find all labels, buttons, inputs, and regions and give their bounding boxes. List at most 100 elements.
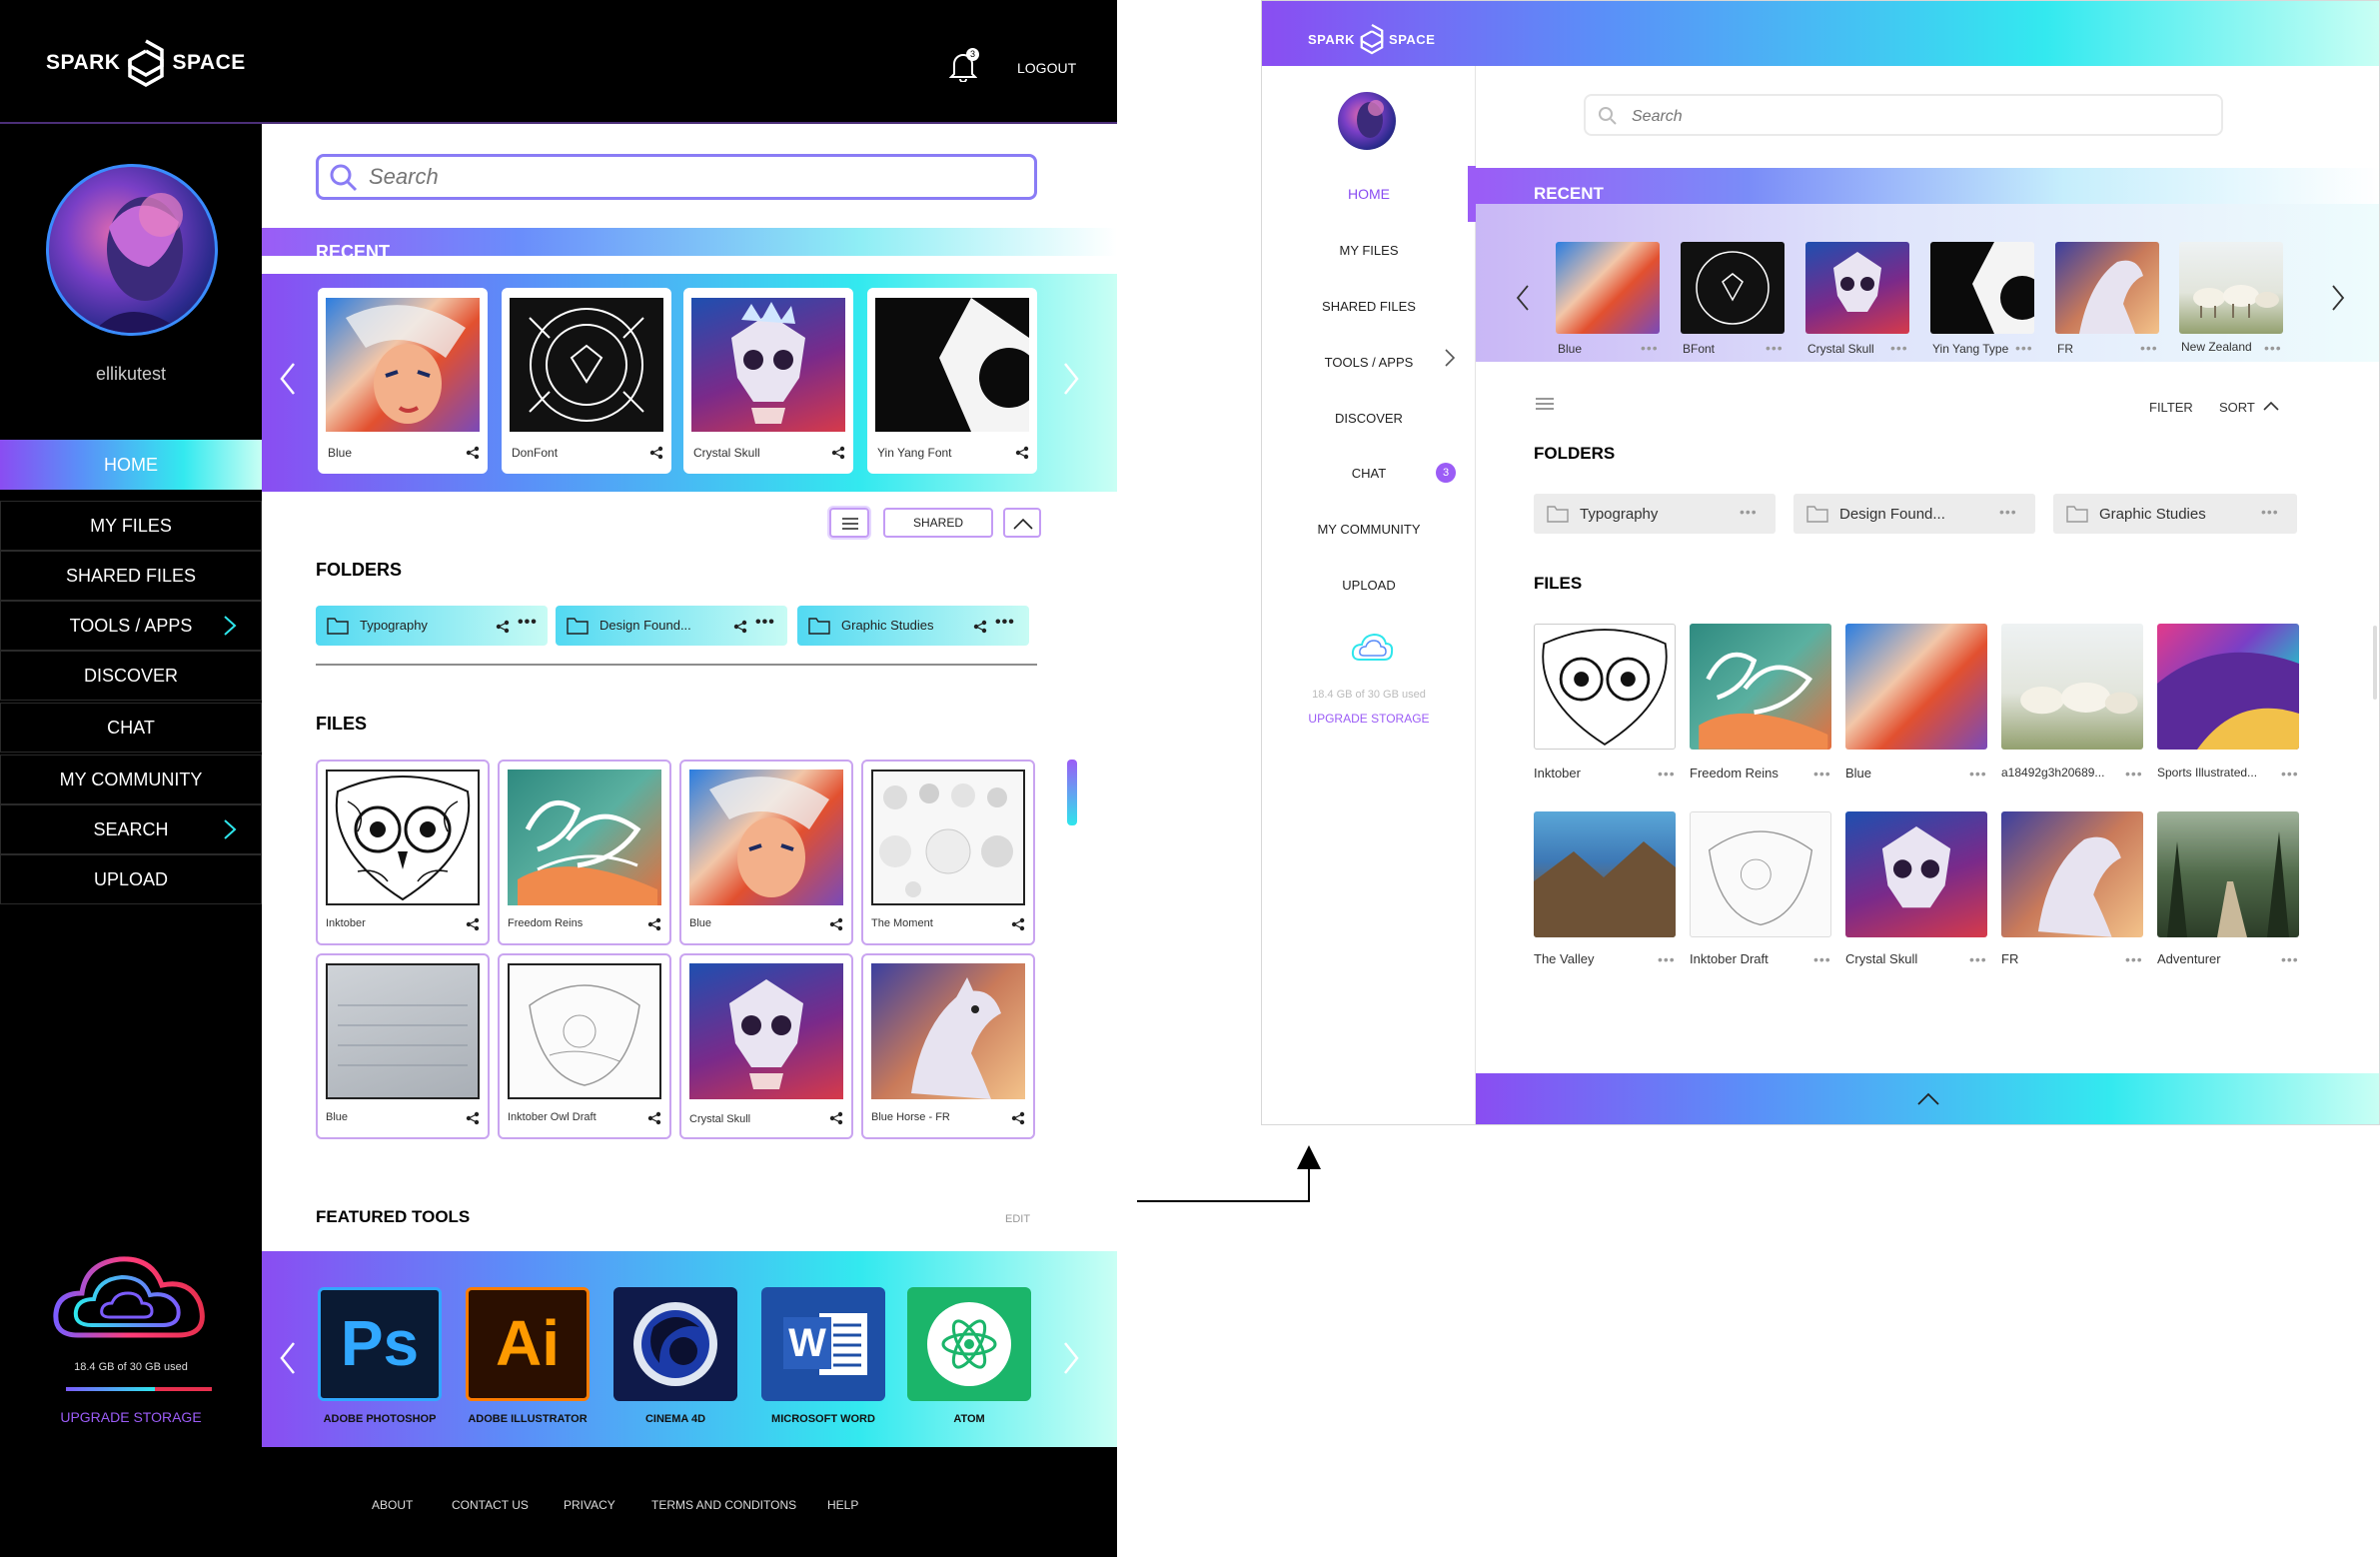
recent-thumbnail[interactable] <box>2179 242 2283 334</box>
more-options-icon[interactable]: ••• <box>1813 766 1831 781</box>
file-card[interactable]: Crystal Skull <box>679 953 853 1139</box>
nav-my-files[interactable]: MY FILES <box>1262 243 1476 258</box>
more-options-icon[interactable]: ••• <box>1740 504 1758 520</box>
chevron-right-icon[interactable] <box>2331 284 2345 312</box>
file-card[interactable]: Inktober <box>316 760 490 945</box>
more-options-icon[interactable]: ••• <box>2125 951 2143 967</box>
nav-discover[interactable]: DISCOVER <box>0 651 262 701</box>
footer-link-privacy[interactable]: PRIVACY <box>564 1498 615 1512</box>
more-options-icon[interactable]: ••• <box>2261 504 2279 520</box>
more-options-icon[interactable]: ••• <box>1999 504 2017 520</box>
more-options-icon[interactable]: ••• <box>2125 766 2143 781</box>
file-card[interactable]: Inktober Owl Draft <box>498 953 671 1139</box>
more-options-icon[interactable]: ••• <box>1658 951 1676 967</box>
share-icon[interactable] <box>1011 1111 1025 1125</box>
atom-tool-icon[interactable] <box>907 1287 1031 1401</box>
more-options-icon[interactable]: ••• <box>1658 766 1676 781</box>
collapse-button[interactable] <box>1003 508 1041 538</box>
recent-thumbnail[interactable] <box>1556 242 1660 334</box>
avatar[interactable] <box>1338 92 1396 150</box>
nav-discover[interactable]: DISCOVER <box>1262 411 1476 426</box>
more-options-icon[interactable]: ••• <box>1813 951 1831 967</box>
share-icon[interactable] <box>829 1111 843 1125</box>
sort-button[interactable]: SORT <box>2219 400 2255 415</box>
file-thumbnail[interactable] <box>2001 624 2143 750</box>
more-options-icon[interactable]: ••• <box>1641 340 1659 356</box>
brand-logo[interactable]: SPARK SPACE <box>46 38 246 88</box>
nav-shared-files[interactable]: SHARED FILES <box>1262 299 1476 314</box>
recent-card[interactable]: Blue <box>318 288 488 474</box>
share-icon[interactable] <box>466 1111 480 1125</box>
scrollbar-thumb[interactable] <box>2373 626 2377 700</box>
footer-link-help[interactable]: HELP <box>827 1498 858 1512</box>
chevron-left-icon[interactable] <box>1516 284 1530 312</box>
file-thumbnail[interactable] <box>2157 624 2299 750</box>
illustrator-tool-icon[interactable]: Ai <box>466 1287 590 1401</box>
folder-item[interactable]: Design Found... ••• <box>1793 494 2035 534</box>
nav-tools-apps[interactable]: TOOLS / APPS <box>0 601 262 651</box>
recent-thumbnail[interactable] <box>1681 242 1785 334</box>
share-icon[interactable] <box>1015 446 1029 460</box>
brand-logo[interactable]: SPARK SPACE <box>1308 23 1435 55</box>
more-options-icon[interactable]: ••• <box>995 614 1015 632</box>
share-icon[interactable] <box>649 446 663 460</box>
upgrade-storage-link[interactable]: UPGRADE STORAGE <box>1262 712 1476 726</box>
share-icon[interactable] <box>973 620 987 634</box>
more-options-icon[interactable]: ••• <box>2281 766 2299 781</box>
more-options-icon[interactable]: ••• <box>2015 340 2033 356</box>
share-icon[interactable] <box>647 1111 661 1125</box>
recent-thumbnail[interactable] <box>2055 242 2159 334</box>
chevron-right-icon[interactable] <box>1444 348 1456 368</box>
folder-item[interactable]: Typography ••• <box>316 606 548 646</box>
search-input[interactable] <box>1632 106 2191 128</box>
share-icon[interactable] <box>831 446 845 460</box>
file-card[interactable]: Blue Horse - FR <box>861 953 1035 1139</box>
file-thumbnail[interactable] <box>1534 624 1676 750</box>
recent-card[interactable]: DonFont <box>502 288 671 474</box>
nav-home[interactable]: HOME <box>0 440 262 490</box>
share-icon[interactable] <box>496 620 510 634</box>
nav-search[interactable]: SEARCH <box>0 804 262 854</box>
search-bar[interactable] <box>1584 94 2223 136</box>
file-thumbnail[interactable] <box>2157 811 2299 937</box>
recent-thumbnail[interactable] <box>1805 242 1909 334</box>
search-input[interactable] <box>369 163 988 191</box>
nav-shared-files[interactable]: SHARED FILES <box>0 551 262 601</box>
file-thumbnail[interactable] <box>1690 624 1831 750</box>
folder-item[interactable]: Typography ••• <box>1534 494 1776 534</box>
nav-my-files[interactable]: MY FILES <box>0 501 262 551</box>
chevron-right-icon[interactable] <box>1061 362 1081 396</box>
notification-bell-icon[interactable]: 3 <box>948 48 979 83</box>
folder-item[interactable]: Design Found... ••• <box>556 606 787 646</box>
folder-item[interactable]: Graphic Studies ••• <box>2053 494 2297 534</box>
recent-thumbnail[interactable] <box>1930 242 2034 334</box>
nav-my-community[interactable]: MY COMMUNITY <box>0 755 262 804</box>
file-thumbnail[interactable] <box>1845 811 1987 937</box>
footer-link-terms[interactable]: TERMS AND CONDITONS <box>651 1498 796 1512</box>
nav-chat[interactable]: CHAT <box>0 703 262 753</box>
more-options-icon[interactable]: ••• <box>2281 951 2299 967</box>
avatar[interactable] <box>46 164 218 336</box>
footer-link-about[interactable]: ABOUT <box>372 1498 413 1512</box>
search-bar[interactable] <box>316 154 1037 200</box>
chevron-left-icon[interactable] <box>278 1341 298 1375</box>
file-thumbnail[interactable] <box>1690 811 1831 937</box>
share-icon[interactable] <box>829 917 843 931</box>
share-icon[interactable] <box>466 446 480 460</box>
file-card[interactable]: Blue <box>679 760 853 945</box>
shared-filter-button[interactable]: SHARED <box>883 508 993 538</box>
chevron-left-icon[interactable] <box>278 362 298 396</box>
file-thumbnail[interactable] <box>1534 811 1676 937</box>
filter-button[interactable]: FILTER <box>2149 400 2193 415</box>
recent-card[interactable]: Yin Yang Font <box>867 288 1037 474</box>
share-icon[interactable] <box>647 917 661 931</box>
edit-link[interactable]: EDIT <box>1005 1213 1030 1225</box>
more-options-icon[interactable]: ••• <box>1766 340 1784 356</box>
microsoft-word-tool-icon[interactable]: W <box>761 1287 885 1401</box>
more-options-icon[interactable]: ••• <box>755 614 775 632</box>
nav-upload[interactable]: UPLOAD <box>0 854 262 904</box>
photoshop-tool-icon[interactable]: Ps <box>318 1287 442 1401</box>
more-options-icon[interactable]: ••• <box>2140 340 2158 356</box>
share-icon[interactable] <box>1011 917 1025 931</box>
more-options-icon[interactable]: ••• <box>1969 951 1987 967</box>
